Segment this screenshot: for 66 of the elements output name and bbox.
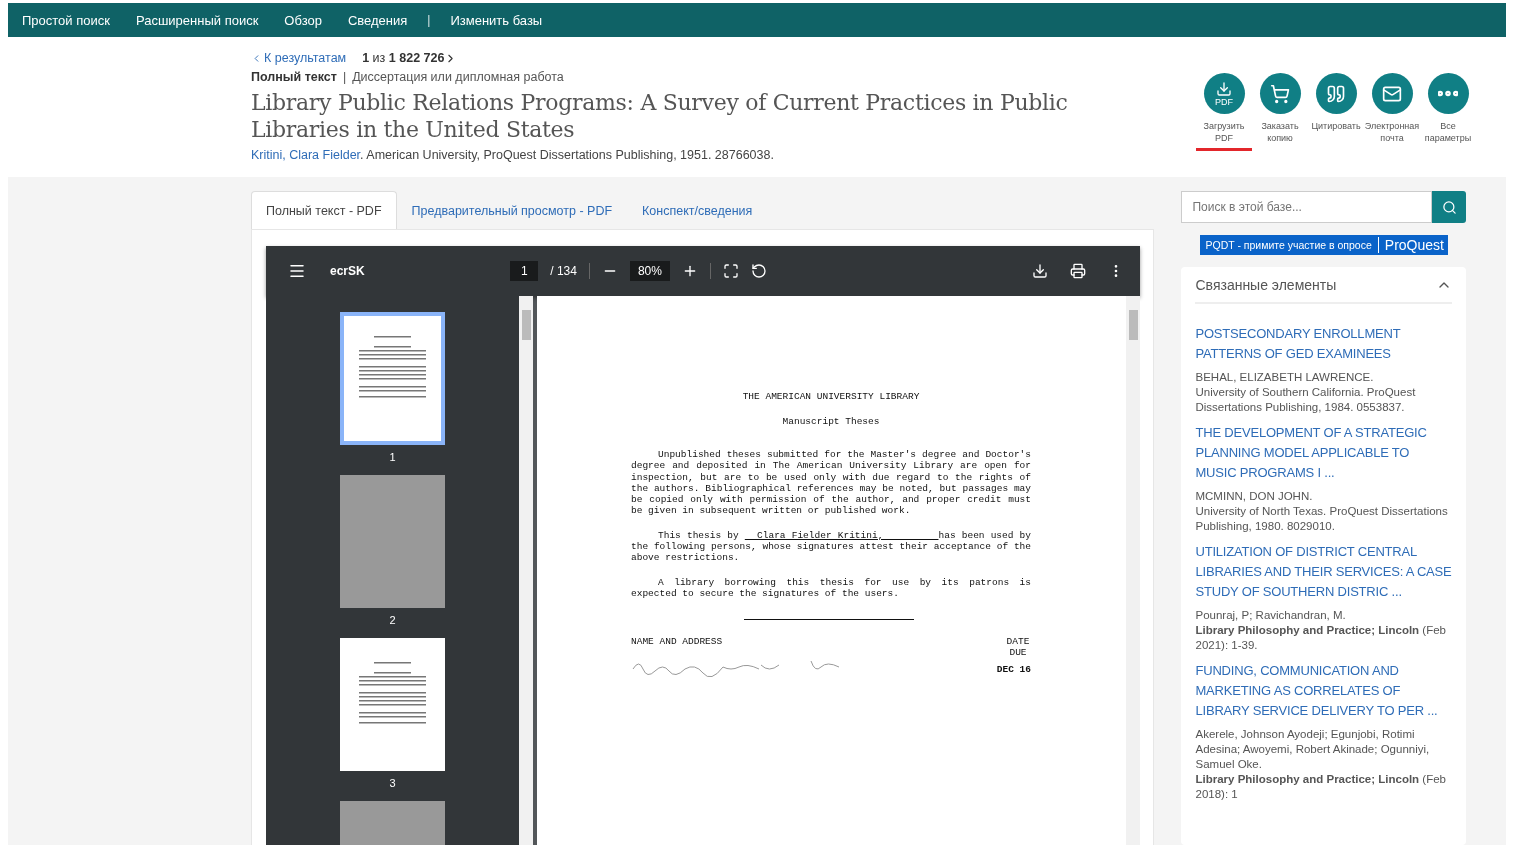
page-heading: THE AMERICAN UNIVERSITY LIBRARY xyxy=(741,391,921,402)
related-item-meta: Akerele, Johnson Ayodeji; Egunjobi, Rotimi Adesina; Awoyemi, Robert Akinade; Ogunniyi, Samuel Oke. xyxy=(1195,727,1431,772)
document-type: Диссертация или дипломная работа xyxy=(352,70,564,84)
search-field[interactable]: Поиск в этой базе... xyxy=(1181,191,1432,223)
scrollbar-thumb[interactable] xyxy=(1129,310,1138,340)
related-item-meta: BEHAL, ELIZABETH LAWRENCE. xyxy=(1195,370,1375,385)
quote-icon xyxy=(1326,83,1346,104)
author-link[interactable]: Kritini, Clara Fielder xyxy=(251,148,361,162)
action-button[interactable]: PDF Загрузить PDF xyxy=(1196,73,1252,171)
document-name: ecrSK xyxy=(330,264,365,278)
page-number-field[interactable]: 1 xyxy=(510,261,539,281)
column-heading: NAME AND ADDRESS xyxy=(631,636,724,648)
nav-separator: | xyxy=(427,13,431,27)
nav-link[interactable]: Простой поиск xyxy=(22,12,110,28)
document-title: Library Public Relations Programs: A Survey of Current Practices in Public Libraries in the United States xyxy=(251,89,1069,143)
result-position: 1 из 1 822 726 xyxy=(362,51,445,65)
menu-icon[interactable] xyxy=(288,262,306,280)
related-item-link[interactable]: POSTSECONDARY ENROLLMENT PATTERNS OF GED EXAMINEES xyxy=(1195,324,1452,364)
tab[interactable]: Полный текст - PDF xyxy=(251,191,397,229)
action-button[interactable]: Все параметры xyxy=(1420,73,1476,171)
action-button[interactable]: Электронная почта xyxy=(1364,73,1420,171)
cart-icon xyxy=(1270,83,1290,104)
rotate-icon[interactable] xyxy=(750,263,767,279)
related-items-header[interactable]: Связанные элементы xyxy=(1195,267,1452,304)
scrollbar-thumb[interactable] xyxy=(521,310,531,340)
download-icon xyxy=(1216,80,1232,97)
zoom-field[interactable]: 80% xyxy=(629,261,670,281)
column-heading: DATE DUE xyxy=(1005,636,1031,659)
more-icon xyxy=(1438,90,1458,97)
related-item-meta: Library Philosophy and Practice; Lincoln (Feb 2018): 1 xyxy=(1195,772,1447,802)
download-icon[interactable] xyxy=(1032,263,1049,279)
due-date-text: DEC 16 xyxy=(996,664,1031,676)
citation: Kritini, Clara Fielder. American University, ProQuest Dissertations Publishing, 1951. 28766038. xyxy=(251,148,775,162)
page-total: / 134 xyxy=(550,264,577,278)
fit-page-icon[interactable] xyxy=(722,263,739,279)
page-paragraph: This thesis by Clara Fielder Kritini, has been used by the following persons, whose signatures attest their acceptance of the above restrictions. xyxy=(631,529,1031,564)
page-paragraph: A library borrowing this thesis for use by its patrons is expected to secure the signatures of the users. xyxy=(631,576,1031,600)
related-item-meta: Pounraj, P; Ravichandran, M. xyxy=(1195,608,1347,623)
tab[interactable]: Предварительный просмотр - PDF xyxy=(396,191,628,229)
related-item-meta: Library Philosophy and Practice; Lincoln (Feb 2021): 1-39. xyxy=(1195,623,1447,653)
related-item-meta: University of Southern California. ProQuest Dissertations Publishing, 1984. 0553837. xyxy=(1195,385,1417,415)
nav-link[interactable]: Расширенный поиск xyxy=(135,12,259,28)
nav-link[interactable]: Изменить базы xyxy=(450,12,543,28)
separator: | xyxy=(342,70,347,84)
search-icon xyxy=(1441,199,1457,215)
pdf-label: PDF xyxy=(1215,96,1233,107)
related-item-meta: MCMINN, DON JOHN. xyxy=(1195,489,1314,504)
related-item-meta: University of North Texas. ProQuest Dissertations Publishing, 1980. 8029010. xyxy=(1195,504,1449,534)
action-button[interactable]: Заказать копию xyxy=(1252,73,1308,171)
action-button[interactable]: Цитировать xyxy=(1308,73,1364,171)
print-icon[interactable] xyxy=(1070,263,1087,279)
back-to-results-link[interactable]: К результатам xyxy=(251,51,347,65)
related-item-link[interactable]: UTILIZATION OF DISTRICT CENTRAL LIBRARIES AND THEIR SERVICES: A CASE STUDY OF SOUTHERN DISTRIC ... xyxy=(1195,542,1452,602)
tab[interactable]: Конспект/сведения xyxy=(627,191,768,229)
related-item-link[interactable]: FUNDING, COMMUNICATION AND MARKETING AS CORRELATES OF LIBRARY SERVICE DELIVERY TO PER ... xyxy=(1195,661,1452,721)
search-button[interactable] xyxy=(1432,191,1466,223)
page-paragraph: Unpublished theses submitted for the Master's degree and Doctor's degree and deposited in The American University Library are open for inspection, but are to be used only with due regard to the rights of the authors. Bibliographical references may be noted, but passages may be copied only with permission of the author, and proper credit must be given in subsequent written or published work. xyxy=(631,449,1031,517)
thumbnail-number: 1 xyxy=(389,451,396,463)
nav-link[interactable]: Обзор xyxy=(284,12,322,28)
related-item-link[interactable]: THE DEVELOPMENT OF A STRATEGIC PLANNING MODEL APPLICABLE TO MUSIC PROGRAMS I ... xyxy=(1195,423,1452,483)
nav-link[interactable]: Сведения xyxy=(347,12,408,28)
thumbnail-number: 2 xyxy=(389,614,396,626)
page-subheading: Manuscript Theses xyxy=(781,416,881,427)
format-label: Полный текст xyxy=(251,70,337,84)
survey-banner[interactable]: PQDT - примите участие в опросе ProQuest xyxy=(1199,235,1448,255)
thumbnail-number: 3 xyxy=(389,777,396,789)
